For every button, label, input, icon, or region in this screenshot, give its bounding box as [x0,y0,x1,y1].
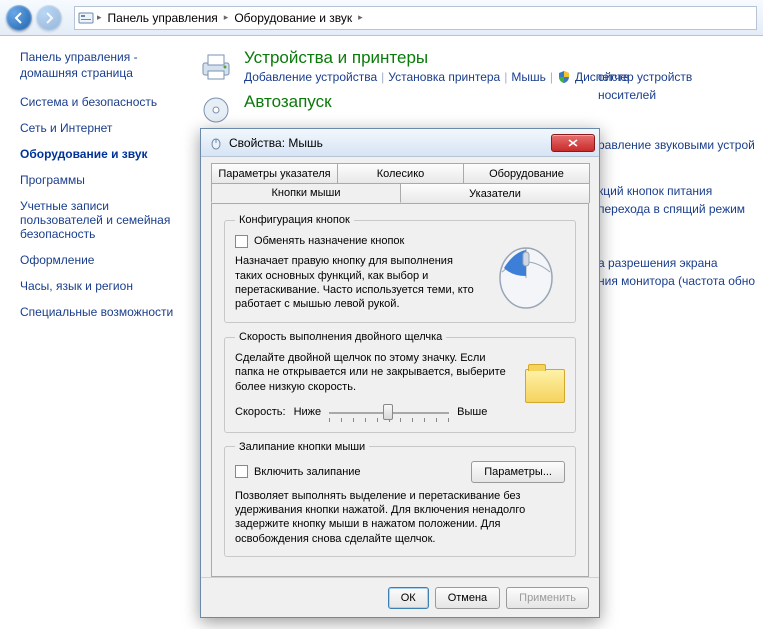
shield-icon [557,70,571,84]
nav-forward-button[interactable] [36,5,62,31]
section-title-autorun: Автозапуск [244,92,755,112]
tab-hardware[interactable]: Оборудование [463,163,590,183]
clicklock-desc: Позволяет выполнять выделение и перетаск… [235,489,565,546]
sidebar-item-hardware[interactable]: Оборудование и звук [20,147,180,161]
partial-link[interactable]: носителей [598,88,656,102]
mouse-properties-dialog: Свойства: Мышь Параметры указателя Колес… [200,128,600,618]
sidebar-home-link[interactable]: Панель управления - домашняя страница [20,50,180,81]
test-folder-icon[interactable] [525,369,565,403]
clicklock-settings-button[interactable]: Параметры... [471,461,565,483]
breadcrumb-part-2[interactable]: Оборудование и звук [228,11,358,25]
partial-link[interactable]: перехода в спящий режим [598,202,745,216]
dialog-footer: ОК Отмена Применить [201,577,599,617]
speed-desc: Сделайте двойной щелчок по этому значку.… [235,351,515,394]
sidebar-item-programs[interactable]: Программы [20,173,180,187]
group-config-legend: Конфигурация кнопок [235,214,354,226]
speed-high-label: Выше [457,406,487,418]
speed-low-label: Ниже [294,406,322,418]
section-devices: Устройства и принтеры Добавление устройс… [198,48,755,84]
dialog-title: Свойства: Мышь [229,136,551,150]
breadcrumb[interactable]: ▸ Панель управления ▸ Оборудование и зву… [74,6,757,30]
sidebar-item-network[interactable]: Сеть и Интернет [20,121,180,135]
close-button[interactable] [551,134,595,152]
cancel-button[interactable]: Отмена [435,587,500,609]
partial-link[interactable]: ойств [598,70,656,84]
nav-back-button[interactable] [6,5,32,31]
group-speed-legend: Скорость выполнения двойного щелчка [235,331,446,343]
tab-buttons[interactable]: Кнопки мыши [211,183,401,203]
address-bar: ▸ Панель управления ▸ Оборудование и зву… [0,0,763,36]
cd-icon [198,92,234,128]
speed-label: Скорость: [235,406,286,418]
group-clicklock: Залипание кнопки мыши Включить залипание… [224,441,576,557]
tab-body: Конфигурация кнопок Обменять назначение … [211,203,589,577]
slider-thumb[interactable] [383,404,393,420]
partial-link[interactable]: ния монитора (частота обно [598,274,755,288]
dialog-titlebar[interactable]: Свойства: Мышь [201,129,599,157]
link-mouse[interactable]: Мышь [511,70,546,84]
sidebar: Панель управления - домашняя страница Си… [0,36,190,629]
tab-pointers[interactable]: Указатели [400,183,590,203]
tab-wheel[interactable]: Колесико [337,163,464,183]
group-doubleclick-speed: Скорость выполнения двойного щелчка Сдел… [224,331,576,433]
control-panel-icon [75,10,97,26]
ok-button[interactable]: ОК [388,587,429,609]
sidebar-item-system[interactable]: Система и безопасность [20,95,180,109]
swap-buttons-desc: Назначает правую кнопку для выполнения т… [235,254,477,311]
mouse-illustration [487,234,565,312]
swap-buttons-label: Обменять назначение кнопок [254,234,404,248]
link-install-printer[interactable]: Установка принтера [388,70,500,84]
partial-link[interactable]: а разрешения экрана [598,256,755,270]
group-lock-legend: Залипание кнопки мыши [235,441,369,453]
tab-pointer-options[interactable]: Параметры указателя [211,163,338,183]
sidebar-item-accessibility[interactable]: Специальные возможности [20,305,180,319]
swap-buttons-checkbox[interactable] [235,235,248,248]
section-title-devices: Устройства и принтеры [244,48,692,68]
partial-link[interactable]: равление звуковыми устрой [598,138,755,152]
printer-icon [198,48,234,84]
mouse-icon [209,136,223,150]
sidebar-item-users[interactable]: Учетные записи пользователей и семейная … [20,199,180,241]
doubleclick-speed-slider[interactable] [329,402,449,422]
sidebar-item-clock[interactable]: Часы, язык и регион [20,279,180,293]
section-autorun: Автозапуск [198,92,755,128]
clicklock-label: Включить залипание [254,465,361,479]
clicklock-checkbox[interactable] [235,465,248,478]
chevron-right-icon: ▸ [358,12,363,23]
sidebar-item-appearance[interactable]: Оформление [20,253,180,267]
apply-button[interactable]: Применить [506,587,589,609]
breadcrumb-part-1[interactable]: Панель управления [102,11,224,25]
group-button-config: Конфигурация кнопок Обменять назначение … [224,214,576,323]
link-add-device[interactable]: Добавление устройства [244,70,377,84]
partial-link[interactable]: кций кнопок питания [598,184,745,198]
